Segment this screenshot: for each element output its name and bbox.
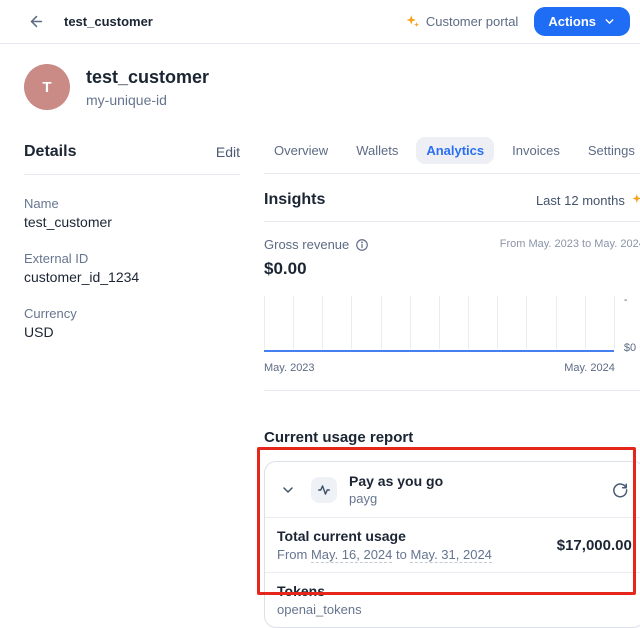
usage-report-section: Current usage report Pay as you go — [264, 429, 640, 628]
usage-report-card: Pay as you go payg Total current usage — [264, 461, 640, 628]
total-usage-row: Total current usage From May. 16, 2024 t… — [265, 517, 640, 572]
activity-icon — [311, 477, 337, 503]
actions-button[interactable]: Actions — [534, 7, 630, 36]
period-label: Last 12 months — [536, 193, 625, 208]
gross-revenue-chart: - $0 — [264, 296, 640, 354]
plan-name: Pay as you go — [349, 473, 443, 489]
period-end-date[interactable]: May. 31, 2024 — [410, 547, 491, 563]
customer-name: test_customer — [86, 67, 209, 88]
chevron-down-icon — [280, 482, 296, 498]
arrow-left-icon — [28, 13, 45, 30]
period-selector[interactable]: Last 12 months — [536, 193, 640, 208]
tab-invoices[interactable]: Invoices — [502, 137, 570, 164]
field-label: Name — [24, 196, 240, 211]
y-axis-bottom-label: $0 — [624, 342, 636, 354]
details-title: Details — [24, 143, 76, 161]
divider — [264, 390, 640, 391]
x-axis-start-label: May. 2023 — [264, 362, 315, 374]
insights-title: Insights — [264, 191, 325, 209]
plan-code: payg — [349, 491, 443, 506]
tab-overview[interactable]: Overview — [264, 137, 338, 164]
chevron-down-icon — [603, 15, 616, 28]
chart-gridlines — [264, 296, 615, 349]
usage-item-row: Tokens openai_tokens — [265, 572, 640, 627]
usage-item-code: openai_tokens — [277, 602, 362, 617]
x-axis-end-label: May. 2024 — [564, 362, 615, 374]
customer-portal-label: Customer portal — [426, 14, 518, 29]
tab-analytics[interactable]: Analytics — [416, 137, 494, 164]
field-label: Currency — [24, 306, 240, 321]
detail-field-currency: Currency USD — [24, 306, 240, 340]
period-prefix: From — [277, 547, 307, 562]
tab-wallets[interactable]: Wallets — [346, 137, 408, 164]
field-value: customer_id_1234 — [24, 269, 240, 285]
edit-details-button[interactable]: Edit — [216, 144, 240, 160]
customer-header: T test_customer my-unique-id — [24, 64, 620, 110]
period-start-date[interactable]: May. 16, 2024 — [311, 547, 392, 563]
usage-report-title: Current usage report — [264, 429, 640, 446]
detail-field-external-id: External ID customer_id_1234 — [24, 251, 240, 285]
refresh-button[interactable] — [608, 478, 632, 502]
detail-field-name: Name test_customer — [24, 196, 240, 230]
period-join: to — [396, 547, 407, 562]
customer-external-id: my-unique-id — [86, 92, 209, 108]
field-value: USD — [24, 324, 240, 340]
refresh-icon — [611, 481, 628, 498]
info-icon[interactable] — [355, 238, 369, 252]
field-label: External ID — [24, 251, 240, 266]
chart-zero-line — [264, 350, 614, 352]
y-axis-top-label: - — [624, 294, 628, 306]
tab-bar: Overview Wallets Analytics Invoices Sett… — [264, 137, 640, 174]
tab-settings[interactable]: Settings — [578, 137, 640, 164]
avatar: T — [24, 64, 70, 110]
details-panel: Details Edit Name test_customer External… — [24, 143, 240, 628]
topbar-title: test_customer — [64, 14, 153, 29]
sparkles-icon — [631, 193, 640, 207]
back-button[interactable] — [24, 10, 48, 34]
field-value: test_customer — [24, 214, 240, 230]
collapse-button[interactable] — [277, 479, 299, 501]
gross-revenue-value: $0.00 — [264, 259, 640, 279]
total-usage-label: Total current usage — [277, 528, 492, 544]
customer-portal-link[interactable]: Customer portal — [405, 14, 518, 29]
actions-label: Actions — [548, 14, 596, 29]
total-usage-amount: $17,000.00 — [557, 537, 632, 554]
topbar: test_customer Customer portal Actions — [0, 0, 640, 44]
usage-item-name: Tokens — [277, 583, 362, 599]
insights-section: Insights Last 12 months Gross revenue — [264, 191, 640, 391]
usage-period: From May. 16, 2024 to May. 31, 2024 — [277, 547, 492, 562]
date-range-label: From May. 2023 to May. 2024 — [500, 237, 640, 250]
gross-revenue-label: Gross revenue — [264, 237, 349, 252]
sparkles-icon — [405, 14, 420, 29]
